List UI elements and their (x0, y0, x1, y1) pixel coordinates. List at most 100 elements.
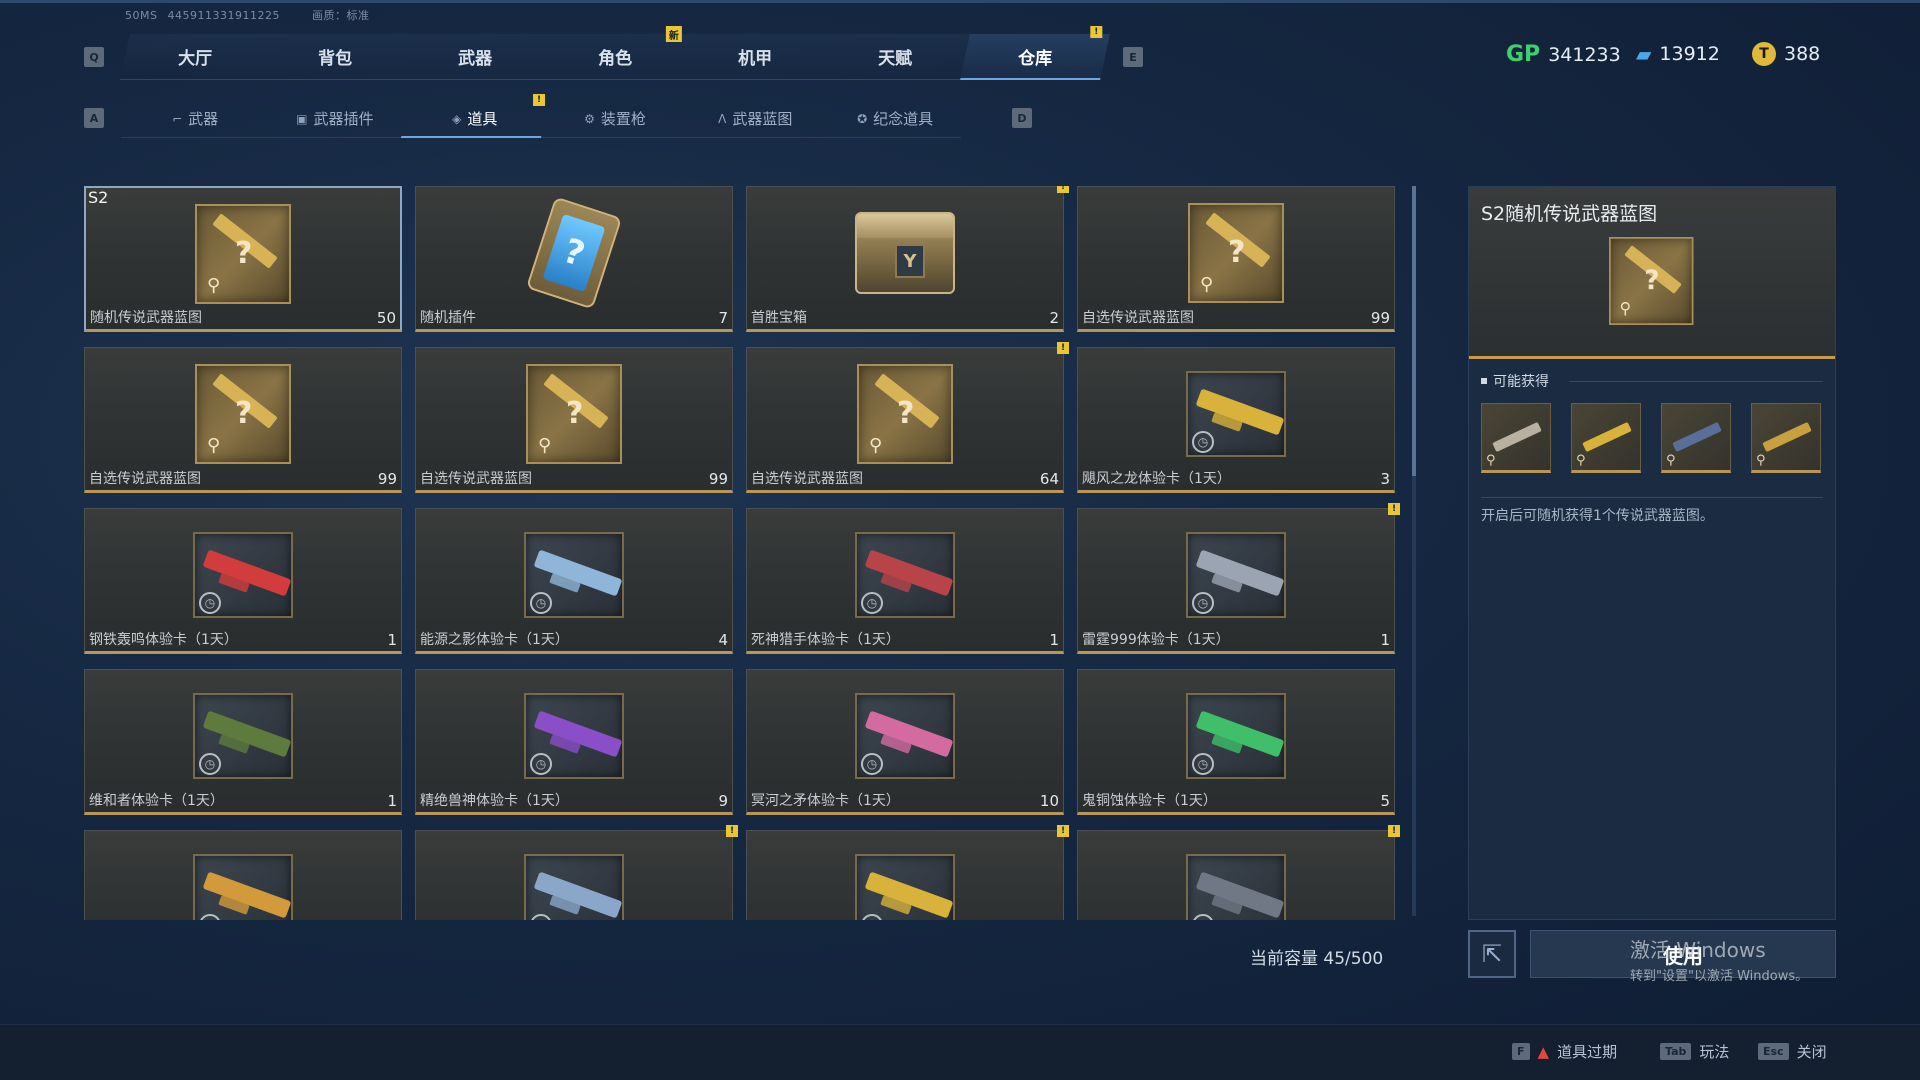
inventory-item[interactable]: ? 随机插件 7 (415, 186, 733, 332)
main-tab[interactable]: 武器 (400, 34, 550, 80)
hint-gameplay[interactable]: Tab 玩法 (1660, 1041, 1729, 1062)
inventory-item[interactable]: ? ⚲ 自选传说武器蓝图 99 (84, 347, 402, 493)
weapon-trial-card-icon: ◷ (855, 854, 955, 920)
gp-value: 341233 (1548, 43, 1621, 66)
gun-icon: ⌐ (172, 111, 183, 126)
main-tab[interactable]: 天赋 (820, 34, 970, 80)
sub-tab[interactable]: ◈ 道具! (400, 94, 550, 138)
item-image: ◷ (193, 525, 293, 625)
capacity-label: 当前容量 45/500 (1250, 949, 1384, 969)
item-image: ? ⚲ (193, 364, 293, 464)
clock-icon: ◷ (1192, 753, 1214, 775)
main-tab[interactable]: 仓库! (960, 26, 1110, 80)
item-image: ? ⚲ (524, 364, 624, 464)
inventory-item[interactable]: ◷ 雷霆999体验卡（1天） 1! (1077, 503, 1400, 654)
inventory-item[interactable]: ? ⚲ 自选传说武器蓝图 99 (415, 347, 733, 493)
item-name: 冥河之矛体验卡（1天） (751, 793, 900, 809)
main-tab-label: 机甲 (738, 49, 773, 69)
main-tab[interactable]: 背包 (260, 34, 410, 80)
reward-list: ⚲ ⚲ ⚲ ⚲ (1481, 403, 1821, 473)
hint-close[interactable]: Esc 关闭 (1758, 1041, 1827, 1062)
inventory-item[interactable]: ◷ 能源之影体验卡（1天） 4 (415, 508, 733, 654)
possible-reward-item[interactable]: ⚲ (1751, 403, 1821, 473)
weapon-trial-card-icon: ◷ (193, 693, 293, 779)
item-name: 雷霆999体验卡（1天） (1082, 632, 1230, 648)
sub-tab[interactable]: ⌐ 武器 (120, 100, 270, 138)
clock-icon: ◷ (861, 753, 883, 775)
hint-expired-items[interactable]: F ▲ 道具过期 (1512, 1041, 1617, 1062)
hint-label: 玩法 (1699, 1043, 1730, 1061)
inventory-item[interactable]: ◷ 维和者体验卡（1天） 1 (84, 669, 402, 815)
item-image: ◷ (193, 686, 293, 786)
item-name: 死神猎手体验卡（1天） (751, 632, 900, 648)
item-count: 2 (1049, 309, 1059, 327)
item-count: 5 (1380, 792, 1390, 810)
alert-badge: ! (1388, 825, 1400, 837)
possible-reward-item[interactable]: ⚲ (1571, 403, 1641, 473)
item-name: 首胜宝箱 (751, 310, 807, 326)
inventory-item[interactable]: ? ⚲ 自选传说武器蓝图 99 (1077, 186, 1395, 332)
inventory-item[interactable]: ◷ 精绝兽神体验卡（1天） 9 (415, 669, 733, 815)
inventory-item[interactable]: ◷ 死神猎手体验卡（1天） 1 (746, 508, 1064, 654)
item-name: 钢铁轰鸣体验卡（1天） (89, 632, 238, 648)
possible-rewards-heading: 可能获得 (1481, 371, 1549, 391)
sub-tab[interactable]: ⚙ 装置枪 (540, 100, 690, 138)
weapon-icon (1492, 421, 1542, 453)
main-tab[interactable]: 机甲 (680, 34, 830, 80)
main-tab[interactable]: 大厅 (120, 34, 270, 80)
inventory-item[interactable]: Y 首胜宝箱 2! (746, 186, 1069, 332)
item-image: ? ⚲ (855, 364, 955, 464)
clock-icon: ◷ (861, 592, 883, 614)
weapon-trial-card-icon: ◷ (1186, 693, 1286, 779)
inventory-item[interactable]: ◷ 飓风之龙体验卡（1天） 3 (1077, 347, 1395, 493)
item-name: 自选传说武器蓝图 (420, 471, 532, 487)
alert-badge: ! (726, 825, 738, 837)
item-name: 飓风之龙体验卡（1天） (1082, 471, 1231, 487)
weapon-trial-card-icon: ◷ (855, 532, 955, 618)
weapon-trial-card-icon: ◷ (1186, 532, 1286, 618)
sub-tab-label: 纪念道具 (873, 110, 934, 128)
weapon-trial-card-icon: ◷ (1186, 854, 1286, 920)
key-f: F (1512, 1043, 1530, 1060)
inventory-item[interactable]: ◷ 钢铁轰鸣体验卡（1天） 1 (84, 508, 402, 654)
bottom-hint-bar (0, 1024, 1920, 1080)
tag-icon: ◈ (452, 111, 462, 125)
inventory-item[interactable]: ? ⚲ S2 随机传说武器蓝图 50 (84, 186, 402, 332)
sub-tab-label: 装置枪 (600, 110, 646, 128)
sub-tab[interactable]: ✪ 纪念道具 (820, 100, 970, 138)
inventory-item[interactable]: ◷ 冥河之矛体验卡（1天） 10 (746, 669, 1064, 815)
weapon-icon (1672, 421, 1722, 453)
item-name: 随机传说武器蓝图 (90, 310, 202, 326)
chip-icon: ▣ (296, 111, 308, 126)
share-button[interactable]: ⇱ (1468, 930, 1516, 978)
item-count: 64 (1039, 470, 1059, 488)
inventory-item[interactable]: ◷ 鬼铜蚀体验卡（1天） 5 (1077, 669, 1395, 815)
inventory-item[interactable]: ◷ (84, 830, 402, 920)
scrollbar-thumb[interactable] (1412, 186, 1416, 476)
main-tab-label: 背包 (318, 49, 353, 69)
inventory-item[interactable]: ◷! (415, 825, 738, 920)
weapon-icon (1762, 421, 1812, 453)
sub-tab-label: 道具 (467, 109, 498, 128)
main-tab-bar: 大厅 背包 武器 角色 新 机甲 天赋 仓库! (120, 26, 1110, 80)
item-image: ? ⚲ (1186, 203, 1286, 303)
weapon-trial-card-icon: ◷ (524, 532, 624, 618)
possible-reward-item[interactable]: ⚲ (1481, 403, 1551, 473)
ping-label: 50MS (125, 9, 158, 22)
inventory-item[interactable]: ? ⚲ 自选传说武器蓝图 64! (746, 342, 1069, 493)
sub-tab[interactable]: Λ 武器蓝图 (680, 100, 830, 138)
uid-label: 445911331911225 (167, 9, 280, 22)
inventory-item[interactable]: ◷! (746, 825, 1069, 920)
blueprint-mark-icon: ⚲ (1576, 453, 1586, 468)
alert-badge: ! (1090, 26, 1103, 38)
blueprint-mark-icon: ⚲ (1486, 453, 1496, 468)
clock-icon: ◷ (530, 914, 552, 920)
clock-icon: ◷ (530, 592, 552, 614)
sub-tab[interactable]: ▣ 武器插件 (260, 100, 410, 138)
inventory-item[interactable]: ◷! (1077, 825, 1400, 920)
main-tab[interactable]: 角色 新 (540, 26, 690, 80)
item-image: ◷ (1186, 847, 1286, 920)
blueprint-icon: ? ⚲ (526, 364, 622, 464)
detail-header: S2随机传说武器蓝图 ? ⚲ (1469, 187, 1835, 359)
possible-reward-item[interactable]: ⚲ (1661, 403, 1731, 473)
